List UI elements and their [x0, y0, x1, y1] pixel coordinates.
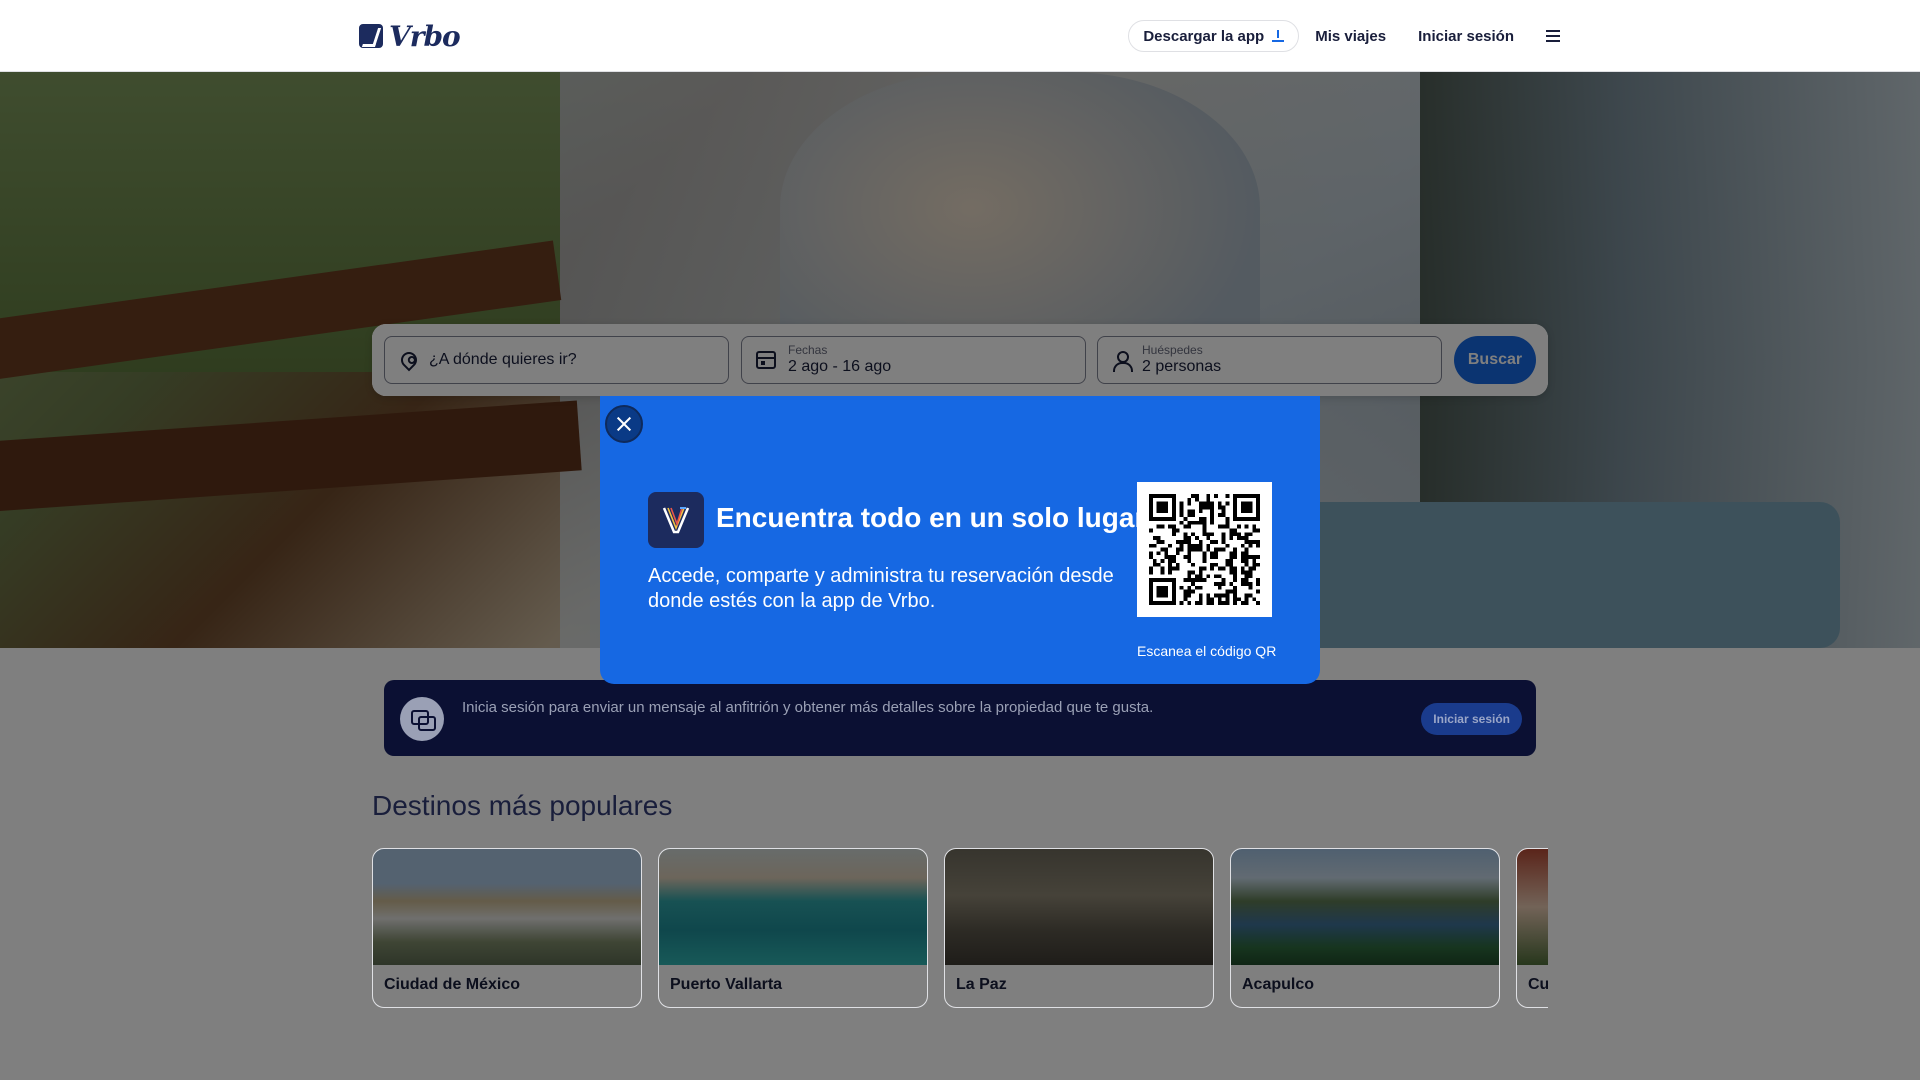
close-button[interactable] — [605, 405, 643, 443]
modal-title: Encuentra todo en un solo lugar — [716, 502, 1146, 533]
section-title: Destinos más populares — [372, 790, 673, 821]
qr-code — [1137, 482, 1272, 617]
dates-field[interactable]: Fechas 2 ago - 16 ago — [741, 336, 1086, 384]
site-header: Vrbo Descargar la app Mis viajes Iniciar… — [0, 0, 1920, 72]
top-nav: Descargar la app Mis viajes Iniciar sesi… — [1128, 20, 1560, 52]
destination-card[interactable]: Acapulco — [1230, 848, 1500, 1008]
search-button[interactable]: Buscar — [1454, 336, 1536, 384]
banner-signin-button[interactable]: Iniciar sesión — [1421, 703, 1522, 735]
guests-label: Huéspedes — [1142, 343, 1203, 357]
guests-value: 2 personas — [1142, 358, 1222, 375]
sign-in-link[interactable]: Iniciar sesión — [1418, 28, 1514, 45]
vrbo-logo[interactable]: Vrbo — [359, 19, 461, 53]
dates-value: 2 ago - 16 ago — [788, 358, 892, 375]
destination-field[interactable]: ¿A dónde quieres ir? — [384, 336, 729, 384]
qr-caption: Escanea el código QR — [1137, 643, 1277, 659]
calendar-icon — [756, 351, 776, 369]
vrbo-app-icon — [648, 492, 704, 548]
download-app-button[interactable]: Descargar la app — [1128, 20, 1300, 52]
download-app-label: Descargar la app — [1143, 27, 1265, 45]
destination-placeholder: ¿A dónde quieres ir? — [429, 351, 577, 368]
chat-icon — [400, 697, 444, 741]
dates-label: Fechas — [788, 343, 828, 357]
menu-icon[interactable] — [1546, 30, 1560, 42]
logo-text: Vrbo — [389, 19, 461, 53]
vrbo-logo-mark-icon — [359, 24, 383, 48]
destinations-carousel: Ciudad de México Puerto Vallarta La Paz … — [372, 848, 1548, 1008]
app-promo-modal: Encuentra todo en un solo lugar Accede, … — [600, 396, 1320, 684]
destination-card[interactable]: Puerto Vallarta — [658, 848, 928, 1008]
person-icon — [1112, 350, 1133, 372]
destination-card[interactable]: Ciudad de México — [372, 848, 642, 1008]
destination-card[interactable]: La Paz — [944, 848, 1214, 1008]
download-icon — [1272, 30, 1285, 42]
signin-banner: Inicia sesión para enviar un mensaje al … — [384, 680, 1536, 756]
close-icon — [616, 416, 632, 432]
guests-field[interactable]: Huéspedes 2 personas — [1097, 336, 1442, 384]
location-pin-icon — [397, 348, 421, 372]
modal-body: Accede, comparte y administra tu reserva… — [648, 565, 1114, 612]
banner-text: Inicia sesión para enviar un mensaje al … — [462, 699, 1154, 716]
search-bar: ¿A dónde quieres ir? Fechas 2 ago - 16 a… — [372, 324, 1548, 396]
destination-card[interactable]: Cu — [1516, 848, 1548, 1008]
my-trips-link[interactable]: Mis viajes — [1315, 28, 1386, 45]
